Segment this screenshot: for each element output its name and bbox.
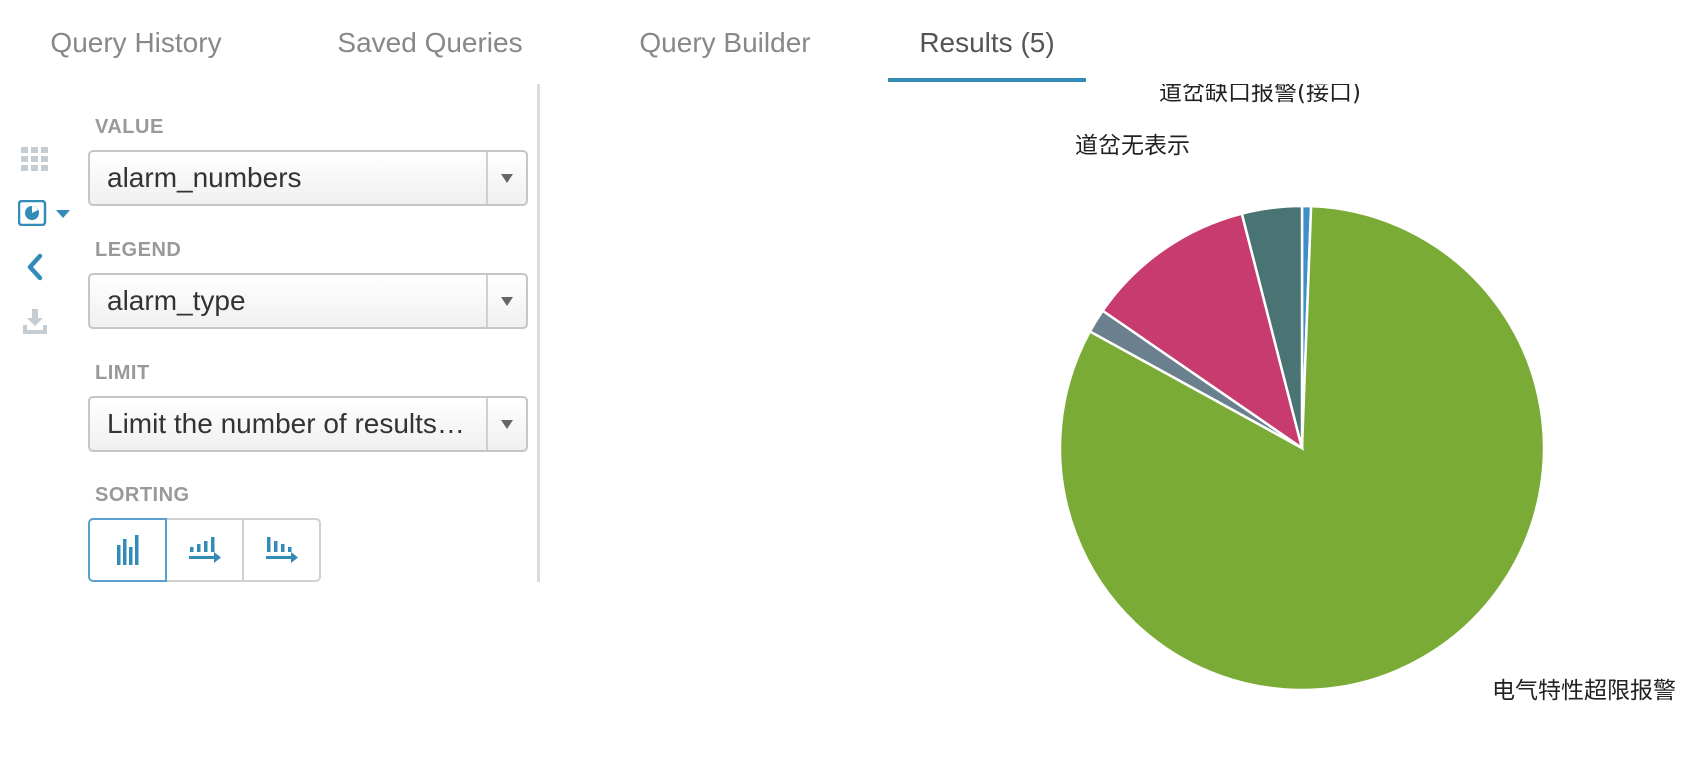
- value-label: VALUE: [95, 116, 164, 138]
- chevron-down-icon[interactable]: [486, 398, 526, 450]
- pie-slice-label: 电气特性超限报警: [1492, 678, 1676, 704]
- legend-label: LEGEND: [95, 239, 182, 261]
- sort-ascending-button[interactable]: [165, 518, 244, 582]
- value-select[interactable]: alarm_numbers: [88, 150, 528, 206]
- legend-select-text: alarm_type: [107, 285, 246, 316]
- tab-query-builder[interactable]: Query Builder: [625, 0, 825, 82]
- value-select-text: alarm_numbers: [107, 162, 302, 193]
- download-icon[interactable]: [18, 304, 52, 338]
- tab-results[interactable]: Results (5): [888, 0, 1086, 82]
- legend-select[interactable]: alarm_type: [88, 273, 528, 329]
- results-tab-bar: Query History Saved Queries Query Builde…: [0, 0, 1100, 84]
- chevron-down-icon[interactable]: [486, 275, 526, 327]
- limit-select-text: Limit the number of results…: [107, 408, 465, 439]
- sort-none-icon: [116, 535, 138, 565]
- chart-settings-panel: VALUE alarm_numbers LEGEND alarm_type LI…: [88, 84, 540, 582]
- sorting-label: SORTING: [95, 484, 190, 506]
- tab-query-history[interactable]: Query History: [36, 0, 236, 82]
- sorting-button-group: [88, 518, 321, 582]
- chevron-left-icon[interactable]: [18, 250, 52, 284]
- sort-descending-button[interactable]: [242, 518, 321, 582]
- limit-label: LIMIT: [95, 362, 150, 384]
- tab-saved-queries[interactable]: Saved Queries: [330, 0, 530, 82]
- sort-none-button[interactable]: [88, 518, 167, 582]
- pie-slice-label: 道岔缺口报警(接口): [1159, 84, 1361, 106]
- chevron-down-icon[interactable]: [486, 152, 526, 204]
- limit-select[interactable]: Limit the number of results…: [88, 396, 528, 452]
- pie-chart-icon[interactable]: [18, 196, 78, 230]
- sort-ascending-icon: [188, 537, 221, 563]
- grid-icon[interactable]: [18, 142, 52, 176]
- pie-chart: 电气特性超限报警 道岔无表示 道岔缺口报警(接口): [560, 80, 1700, 764]
- pie-chart-svg: 电气特性超限报警 道岔无表示 道岔缺口报警(接口): [1058, 80, 1676, 704]
- sort-descending-icon: [265, 537, 298, 563]
- pie-slice-label: 道岔无表示: [1075, 133, 1190, 159]
- active-tab-indicator: [888, 78, 1086, 82]
